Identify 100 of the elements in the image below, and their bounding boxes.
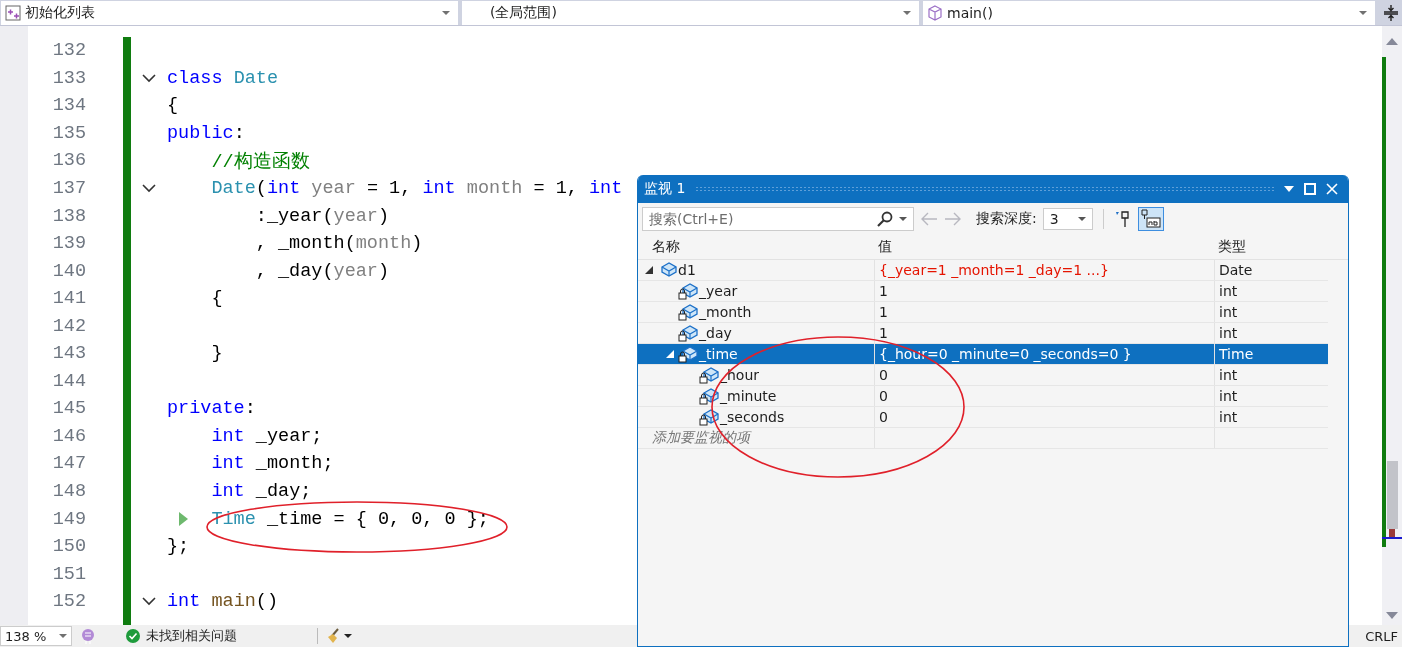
caret-icon bbox=[59, 634, 67, 638]
fold-chevron-icon[interactable] bbox=[142, 73, 156, 83]
code-line: { bbox=[210, 288, 223, 310]
code-line: :_year(year) bbox=[254, 205, 390, 227]
watch-name: _year bbox=[699, 283, 738, 299]
line-number: 148 bbox=[51, 481, 86, 502]
caret-icon bbox=[903, 10, 911, 15]
broom-icon[interactable] bbox=[326, 628, 352, 644]
locked-field-icon bbox=[678, 324, 698, 342]
line-number: 142 bbox=[51, 315, 86, 337]
expanded-triangle-icon[interactable] bbox=[666, 350, 674, 358]
member-dropdown[interactable]: main() bbox=[923, 0, 1375, 25]
watch-type: int bbox=[1214, 386, 1328, 406]
watch-type: int bbox=[1214, 407, 1328, 427]
zoom-dropdown[interactable]: 138 % bbox=[0, 626, 72, 646]
line-number: 135 bbox=[51, 122, 86, 144]
depth-label: 搜索深度: bbox=[976, 210, 1037, 228]
line-number: 138 bbox=[51, 205, 86, 227]
expanded-triangle-icon[interactable] bbox=[645, 266, 653, 274]
code-line: public: bbox=[167, 122, 245, 144]
watch-type: Date bbox=[1214, 260, 1328, 280]
locked-field-icon bbox=[678, 303, 698, 321]
watch-value: 1 bbox=[874, 302, 1214, 322]
watch-name: _day bbox=[699, 325, 732, 341]
window-title: 监视 1 bbox=[644, 180, 686, 198]
caret-icon[interactable] bbox=[1284, 186, 1294, 192]
code-line: private: bbox=[167, 398, 256, 420]
fold-chevron-icon[interactable] bbox=[142, 597, 156, 607]
watch-value: 1 bbox=[874, 281, 1214, 301]
watch-value: 0 bbox=[874, 407, 1214, 427]
scope-dropdown[interactable]: (全局范围) bbox=[462, 0, 919, 25]
line-number: 145 bbox=[51, 398, 86, 420]
pin-icon[interactable] bbox=[1113, 210, 1132, 228]
project-dropdown[interactable]: 初始化列表 bbox=[1, 0, 458, 25]
code-line: int _month; bbox=[210, 453, 334, 475]
line-number: 147 bbox=[51, 453, 86, 475]
code-line: int _day; bbox=[210, 481, 312, 502]
code-line: int main() bbox=[167, 591, 279, 613]
watch-value: 1 bbox=[874, 323, 1214, 343]
watch-type: int bbox=[1214, 302, 1328, 322]
close-icon[interactable] bbox=[1326, 183, 1338, 195]
line-number: 141 bbox=[51, 288, 86, 310]
code-line: int _year; bbox=[210, 425, 323, 447]
watch-name: _month bbox=[699, 304, 752, 320]
breakpoint-marker bbox=[1389, 529, 1395, 537]
caret-icon bbox=[899, 217, 907, 221]
line-number: 152 bbox=[51, 591, 86, 613]
scroll-up-icon[interactable] bbox=[1386, 38, 1398, 45]
line-number: 149 bbox=[51, 508, 86, 530]
line-number: 136 bbox=[51, 150, 86, 172]
check-icon bbox=[126, 629, 140, 643]
locked-field-icon bbox=[678, 282, 698, 300]
watch-name: _seconds bbox=[720, 409, 785, 425]
column-header[interactable]: 名称 bbox=[638, 238, 874, 256]
code-line: , _day(year) bbox=[254, 260, 390, 282]
line-number: 151 bbox=[51, 563, 86, 585]
locked-field-icon bbox=[699, 387, 719, 405]
watch-type: int bbox=[1214, 281, 1328, 301]
locked-field-icon bbox=[678, 345, 698, 363]
caret-position-line bbox=[1382, 537, 1402, 539]
scroll-down-icon[interactable] bbox=[1386, 612, 1398, 619]
code-line: { bbox=[167, 95, 179, 117]
project-icon bbox=[5, 4, 21, 21]
line-number: 146 bbox=[51, 425, 86, 447]
locked-field-icon bbox=[699, 408, 719, 426]
line-number: 143 bbox=[51, 343, 86, 365]
line-number: 132 bbox=[51, 40, 86, 62]
watch-type: Time bbox=[1214, 344, 1328, 364]
maximize-icon[interactable] bbox=[1304, 183, 1316, 195]
code-line: } bbox=[210, 343, 223, 365]
depth-dropdown[interactable]: 3 bbox=[1042, 208, 1093, 230]
code-line: Date(int year = 1, int month = 1, int bbox=[210, 178, 623, 199]
line-number: 140 bbox=[51, 260, 86, 282]
split-icon[interactable] bbox=[1383, 3, 1399, 22]
watch-type: int bbox=[1214, 365, 1328, 385]
line-number: 137 bbox=[51, 178, 86, 199]
code-line: Time _time = { 0, 0, 0 }; bbox=[210, 508, 489, 530]
watch-name: _minute bbox=[720, 388, 777, 404]
cube-icon bbox=[927, 4, 943, 21]
search-icon bbox=[876, 211, 894, 227]
line-number: 134 bbox=[51, 95, 86, 117]
scroll-thumb[interactable] bbox=[1387, 461, 1398, 529]
line-number: 139 bbox=[51, 233, 86, 255]
code-line: , _month(month) bbox=[254, 233, 423, 255]
line-ending-status[interactable]: CRLF bbox=[1365, 628, 1398, 644]
hex-display-icon[interactable] bbox=[1137, 207, 1164, 231]
column-header[interactable]: 值 bbox=[874, 238, 1214, 256]
fold-chevron-icon[interactable] bbox=[142, 184, 156, 193]
watch-name: _time bbox=[699, 346, 738, 362]
watch-name: d1 bbox=[678, 262, 696, 278]
issues-status[interactable]: 未找到相关问题 bbox=[146, 627, 237, 645]
code-line: }; bbox=[167, 536, 190, 558]
watch-value: {_year=1 _month=1 _day=1 ...} bbox=[874, 260, 1214, 280]
caret-icon bbox=[1077, 217, 1086, 221]
watch-value: 0 bbox=[874, 365, 1214, 385]
line-number: 133 bbox=[51, 67, 86, 89]
code-line: class Date bbox=[167, 67, 279, 89]
line-number: 144 bbox=[51, 370, 86, 392]
column-header[interactable]: 类型 bbox=[1214, 238, 1328, 256]
search-field[interactable]: 搜索(Ctrl+E) bbox=[642, 207, 914, 231]
